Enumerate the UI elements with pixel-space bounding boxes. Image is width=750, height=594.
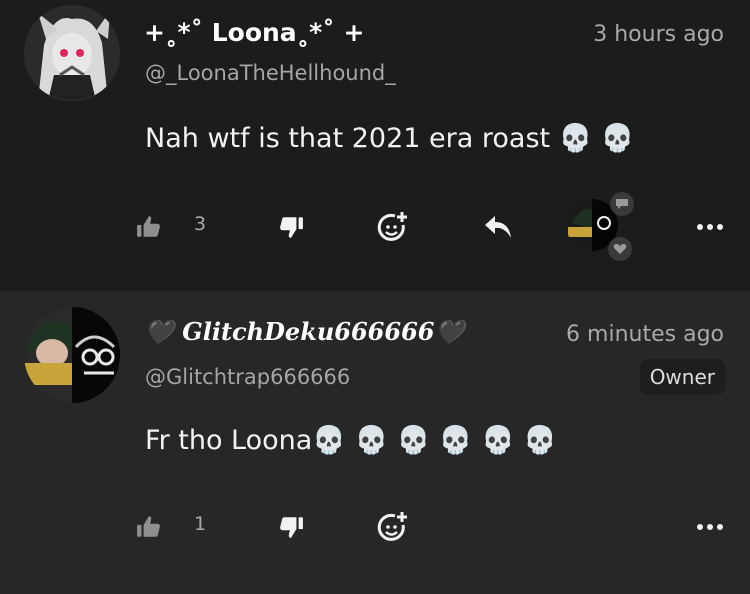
comment-bubble-icon xyxy=(610,192,634,216)
add-reaction-button[interactable] xyxy=(374,207,410,247)
more-button[interactable] xyxy=(692,207,728,247)
add-reaction-icon xyxy=(377,212,407,241)
timestamp: 3 hours ago xyxy=(593,22,724,47)
thumbs-up-icon xyxy=(137,216,160,237)
comment-text: Nah wtf is that 2021 era roast 💀 💀 xyxy=(145,123,635,154)
more-icon xyxy=(697,524,723,530)
more-button[interactable] xyxy=(692,507,728,547)
author-handle[interactable]: @Glitchtrap666666 xyxy=(145,365,350,389)
add-reaction-button[interactable] xyxy=(374,507,410,547)
author-name[interactable]: +˳*˚ Loona˳*˚ + xyxy=(144,18,364,47)
comment: +˳*˚ Loona˳*˚ + 3 hours ago @_LoonaTheHe… xyxy=(0,0,750,291)
comment: 🖤 GlitchDeku666666🖤 6 minutes ago @Glitc… xyxy=(0,291,750,594)
timestamp: 6 minutes ago xyxy=(566,322,724,347)
comment-text: Fr tho Loona💀 💀 💀 💀 💀 💀 xyxy=(145,425,557,456)
dislike-button[interactable] xyxy=(274,507,308,547)
thumbs-down-icon xyxy=(280,217,303,238)
avatar[interactable] xyxy=(24,307,120,403)
avatar[interactable] xyxy=(24,5,120,101)
comment-actions: 3 xyxy=(0,192,750,261)
dislike-button[interactable] xyxy=(274,207,308,247)
like-button[interactable] xyxy=(134,507,164,547)
like-button[interactable] xyxy=(134,207,164,247)
more-icon xyxy=(697,224,723,230)
like-count: 1 xyxy=(194,513,207,535)
heart-icon xyxy=(608,237,632,261)
author-handle[interactable]: @_LoonaTheHellhound_ xyxy=(145,61,396,85)
owner-badge: Owner xyxy=(639,359,725,395)
like-count: 3 xyxy=(194,213,207,235)
reply-button[interactable] xyxy=(480,207,516,247)
reaction-summary[interactable] xyxy=(562,189,638,261)
comment-actions: 1 xyxy=(0,507,750,547)
add-reaction-icon xyxy=(377,512,407,541)
reply-icon xyxy=(485,216,511,238)
thumbs-up-icon xyxy=(137,516,160,537)
thumbs-down-icon xyxy=(280,517,303,538)
author-name[interactable]: 🖤 GlitchDeku666666🖤 xyxy=(144,317,464,346)
